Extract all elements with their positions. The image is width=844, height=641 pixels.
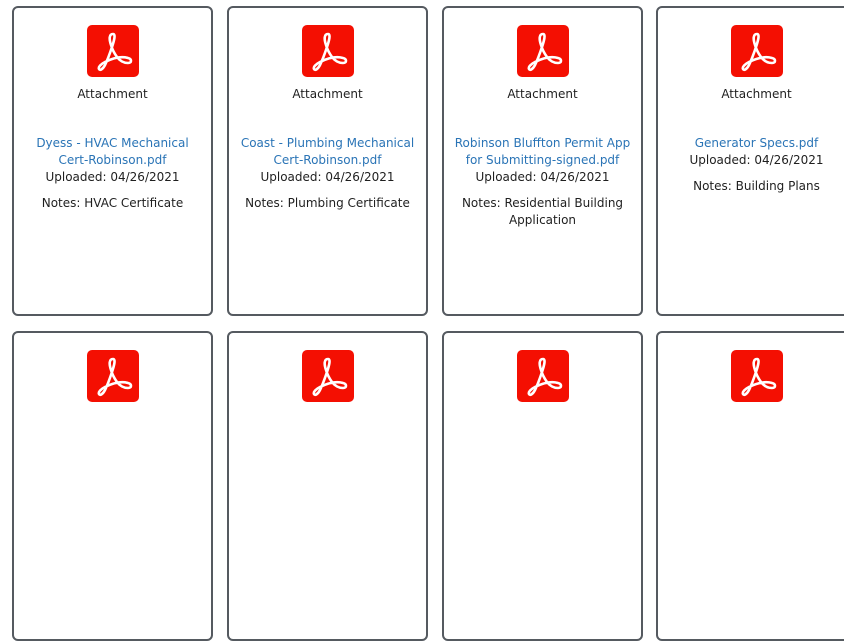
attachment-card[interactable]: Attachment Dyess - HVAC Mechanical Cert-… (12, 6, 213, 316)
pdf-icon[interactable] (86, 25, 139, 77)
attachment-details: Dyess - HVAC Mechanical Cert-Robinson.pd… (24, 135, 201, 212)
uploaded-date: Uploaded: 04/26/2021 (45, 170, 180, 184)
pdf-icon[interactable] (86, 350, 139, 402)
attachment-type-label: Attachment (507, 87, 578, 101)
attachment-details: Robinson Bluffton Permit App for Submitt… (454, 135, 631, 229)
pdf-icon[interactable] (730, 350, 783, 402)
uploaded-date: Uploaded: 04/26/2021 (260, 170, 395, 184)
attachment-card[interactable] (227, 331, 428, 641)
attachment-card[interactable] (442, 331, 643, 641)
file-name-link[interactable]: Coast - Plumbing Mechanical Cert-Robinso… (239, 135, 416, 169)
pdf-icon[interactable] (301, 25, 354, 77)
uploaded-date: Uploaded: 04/26/2021 (689, 153, 824, 167)
pdf-icon[interactable] (516, 350, 569, 402)
attachment-details: Generator Specs.pdf Uploaded: 04/26/2021… (668, 135, 844, 195)
file-name-link[interactable]: Dyess - HVAC Mechanical Cert-Robinson.pd… (24, 135, 201, 169)
pdf-icon[interactable] (301, 350, 354, 402)
attachment-card[interactable]: Attachment Generator Specs.pdf Uploaded:… (656, 6, 844, 316)
file-name-link[interactable]: Generator Specs.pdf (668, 135, 844, 152)
attachment-type-label: Attachment (721, 87, 792, 101)
pdf-icon[interactable] (730, 25, 783, 77)
attachment-card[interactable]: Attachment Robinson Bluffton Permit App … (442, 6, 643, 316)
attachment-details: Coast - Plumbing Mechanical Cert-Robinso… (239, 135, 416, 212)
attachment-notes: Notes: Building Plans (693, 179, 820, 193)
attachment-notes: Notes: Plumbing Certificate (245, 196, 410, 210)
attachment-notes: Notes: HVAC Certificate (41, 196, 184, 210)
file-name-link[interactable]: Robinson Bluffton Permit App for Submitt… (454, 135, 631, 169)
attachment-card[interactable] (656, 331, 844, 641)
attachment-type-label: Attachment (292, 87, 363, 101)
attachment-type-label: Attachment (77, 87, 148, 101)
attachment-notes: Notes: Residential Building Application (461, 196, 624, 227)
uploaded-date: Uploaded: 04/26/2021 (475, 170, 610, 184)
attachment-card[interactable] (12, 331, 213, 641)
pdf-icon[interactable] (516, 25, 569, 77)
attachment-card[interactable]: Attachment Coast - Plumbing Mechanical C… (227, 6, 428, 316)
